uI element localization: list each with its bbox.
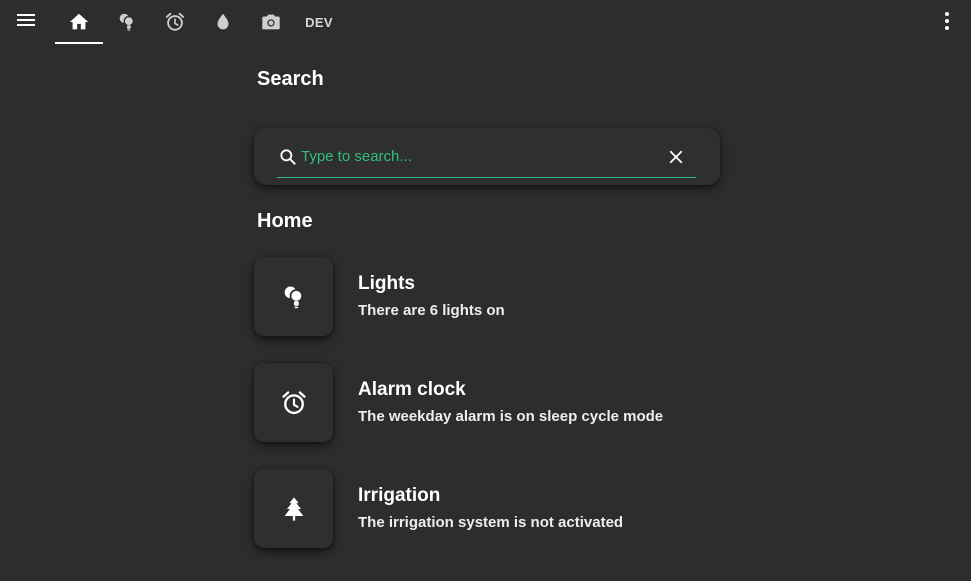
tab-home[interactable] <box>55 0 103 44</box>
search-field <box>277 142 696 178</box>
tab-camera[interactable] <box>247 0 295 44</box>
alarm-clock-icon <box>281 390 306 414</box>
home-heading: Home <box>257 210 313 232</box>
search-heading: Search <box>257 68 324 90</box>
item-title[interactable]: Lights <box>358 273 415 295</box>
list-item-irrigation: Irrigation The irrigation system is not … <box>254 469 754 549</box>
lights-tile[interactable] <box>254 257 333 336</box>
view-tabs: DEV <box>55 0 343 44</box>
tab-lights[interactable] <box>103 0 151 44</box>
item-description: The irrigation system is not activated <box>358 514 624 531</box>
water-drop-icon <box>217 13 229 30</box>
search-input[interactable] <box>301 144 651 168</box>
list-item-lights: Lights There are 6 lights on <box>254 257 754 337</box>
irrigation-tile[interactable] <box>254 469 333 548</box>
alarm-clock-tile[interactable] <box>254 363 333 442</box>
item-title[interactable]: Irrigation <box>358 485 440 507</box>
lightbulb-group-icon <box>284 286 303 308</box>
close-icon[interactable] <box>666 147 686 167</box>
top-app-bar: DEV <box>0 0 971 44</box>
menu-icon[interactable] <box>14 8 38 32</box>
tab-dev[interactable]: DEV <box>295 0 343 44</box>
item-title[interactable]: Alarm clock <box>358 379 466 401</box>
tab-irrigation[interactable] <box>199 0 247 44</box>
dots-vertical-icon[interactable] <box>935 9 959 33</box>
camera-icon <box>262 14 280 30</box>
list-item-alarm-clock: Alarm clock The weekday alarm is on slee… <box>254 363 754 443</box>
item-description: The weekday alarm is on sleep cycle mode <box>358 408 664 425</box>
pine-tree-icon <box>284 496 303 521</box>
tab-dev-label: DEV <box>305 14 333 30</box>
lightbulb-group-icon <box>119 13 135 31</box>
search-card <box>254 128 720 185</box>
item-description: There are 6 lights on <box>358 302 505 319</box>
tab-alarm[interactable] <box>151 0 199 44</box>
home-icon <box>69 13 89 30</box>
alarm-clock-icon <box>165 12 185 31</box>
search-icon <box>280 149 296 165</box>
